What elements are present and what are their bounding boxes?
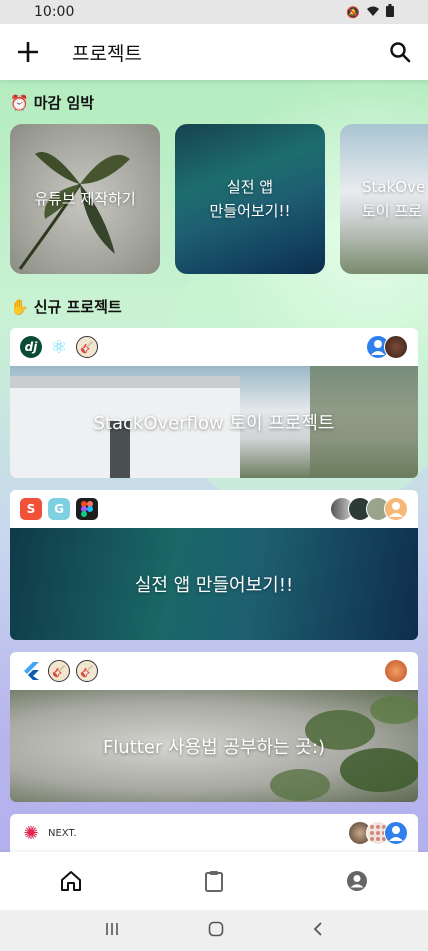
swift-icon: S <box>20 498 42 520</box>
django-icon: dj <box>20 336 42 358</box>
home-system-button[interactable] <box>208 921 224 941</box>
tech-tags: 🎸 🎸 <box>10 652 418 690</box>
nextjs-icon: NEXT. <box>48 827 77 839</box>
status-icons: 🔕 <box>346 4 394 20</box>
deadline-card[interactable]: 실전 앱 만들어보기!! <box>175 124 325 274</box>
battery-icon <box>386 4 394 20</box>
page-title: 프로젝트 <box>72 42 142 65</box>
flutter-icon <box>20 660 42 682</box>
search-icon <box>390 42 411 63</box>
deadline-card[interactable]: 유튜브 제작하기 <box>10 124 160 274</box>
new-projects-section-title: ✋ 신규 프로젝트 <box>10 297 122 317</box>
go-gopher-icon: G <box>48 498 70 520</box>
mute-icon: 🔕 <box>346 5 360 19</box>
project-banner: Flutter 사용법 공부하는 곳:) <box>10 690 418 802</box>
nestjs-icon: ✺ <box>23 822 39 844</box>
tech-tags: dj ⚛ 🎸 <box>10 328 418 366</box>
avatar <box>384 659 408 683</box>
project-card[interactable]: dj ⚛ 🎸 StackOverflow 토이 프로젝트 <box>10 328 418 478</box>
profile-icon <box>346 871 367 891</box>
project-banner: 실전 앱 만들어보기!! <box>10 528 418 640</box>
react-icon: ⚛ <box>50 336 68 358</box>
project-title: 실전 앱 만들어보기!! <box>134 575 294 596</box>
home-circle-icon <box>208 921 224 936</box>
home-icon <box>61 871 82 891</box>
member-avatars <box>348 821 408 845</box>
wifi-icon <box>366 5 380 20</box>
back-button[interactable] <box>312 921 324 941</box>
deadline-card-title: 유튜브 제작하기 <box>34 190 136 208</box>
project-title: Flutter 사용법 공부하는 곳:) <box>102 737 326 758</box>
guitar-icon: 🎸 <box>76 660 98 682</box>
nav-board[interactable] <box>184 852 244 910</box>
member-avatars <box>366 335 408 359</box>
app-bar: 프로젝트 <box>0 24 428 80</box>
clipboard-icon <box>204 871 223 892</box>
avatar <box>384 497 408 521</box>
guitar-icon: 🎸 <box>76 336 98 358</box>
status-time: 10:00 <box>34 4 75 20</box>
back-chevron-icon <box>313 921 322 936</box>
deadline-card-title: StakOve 토이 프로 <box>362 178 426 220</box>
alarm-clock-icon: ⏰ <box>10 93 29 112</box>
search-button[interactable] <box>372 24 428 80</box>
tech-tags: ✺ NEXT. <box>10 814 418 852</box>
plus-icon <box>18 42 38 62</box>
tech-tags: S G <box>10 490 418 528</box>
deadline-section-title: ⏰ 마감 임박 <box>10 93 95 113</box>
avatar <box>384 821 408 845</box>
project-banner: StackOverflow 토이 프로젝트 <box>10 366 418 478</box>
deadline-card[interactable]: StakOve 토이 프로 <box>340 124 428 274</box>
member-avatars <box>384 659 408 683</box>
raised-hand-icon: ✋ <box>10 297 29 316</box>
guitar-icon: 🎸 <box>48 660 70 682</box>
bottom-navigation <box>0 852 428 910</box>
figma-icon <box>76 498 98 520</box>
nav-home[interactable] <box>41 852 101 910</box>
status-bar: 10:00 🔕 <box>0 0 428 24</box>
avatar <box>384 335 408 359</box>
project-card[interactable]: S G 실전 앱 만들어보기!! <box>10 490 418 640</box>
add-project-button[interactable] <box>0 24 56 80</box>
member-avatars <box>330 497 408 521</box>
project-card[interactable]: ✺ NEXT. <box>10 814 418 852</box>
deadline-card-title: 실전 앱 만들어보기!! <box>209 178 291 220</box>
system-navigation-bar <box>0 910 428 951</box>
recent-apps-button[interactable] <box>104 921 120 940</box>
nav-profile[interactable] <box>327 852 387 910</box>
project-card[interactable]: 🎸 🎸 Flutter 사용법 공부하는 곳:) <box>10 652 418 802</box>
recent-apps-icon <box>106 923 118 935</box>
project-title: StackOverflow 토이 프로젝트 <box>93 413 335 434</box>
content-area[interactable]: ⏰ 마감 임박 유튜브 제작하기 실전 앱 만들어보기!! StakOve 토이… <box>0 80 428 852</box>
